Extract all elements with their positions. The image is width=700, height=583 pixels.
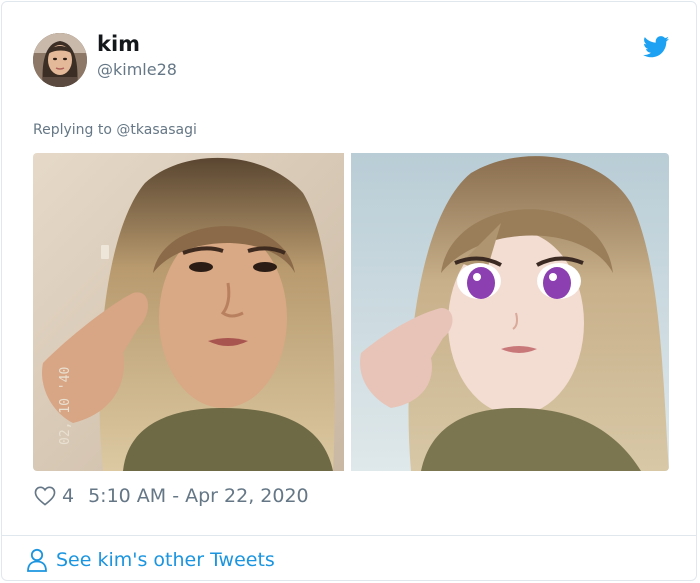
anime-photo [351,153,669,471]
photo-original[interactable]: 02, 10 '40 [33,153,344,471]
reply-mention[interactable]: @tkasasagi [116,122,196,138]
twitter-bird-icon[interactable] [643,36,669,58]
author-handle[interactable]: @kimle28 [97,60,177,79]
see-other-tweets-link[interactable]: See kim's other Tweets [26,546,275,574]
reply-context: Replying to @tkasasagi [33,122,197,138]
avatar-image [33,33,87,87]
tweet-meta: 4 5:10 AM - Apr 22, 2020 [34,484,309,508]
divider [2,535,696,536]
photo-date-overlay: 02, 10 '40 [58,367,73,445]
author-name[interactable]: kim [97,32,140,56]
tweet-card: kim @kimle28 Replying to @tkasasagi 02, … [1,1,697,581]
see-other-tweets-label[interactable]: See kim's other Tweets [56,549,275,571]
reply-prefix: Replying to [33,122,112,138]
tweet-timestamp[interactable]: 5:10 AM - Apr 22, 2020 [88,485,309,507]
person-icon [27,548,47,572]
heart-icon[interactable] [34,486,56,506]
avatar[interactable] [33,33,87,87]
like-count[interactable]: 4 [62,485,74,507]
photo-anime[interactable] [351,153,669,471]
selfie-photo: 02, 10 '40 [33,153,344,471]
